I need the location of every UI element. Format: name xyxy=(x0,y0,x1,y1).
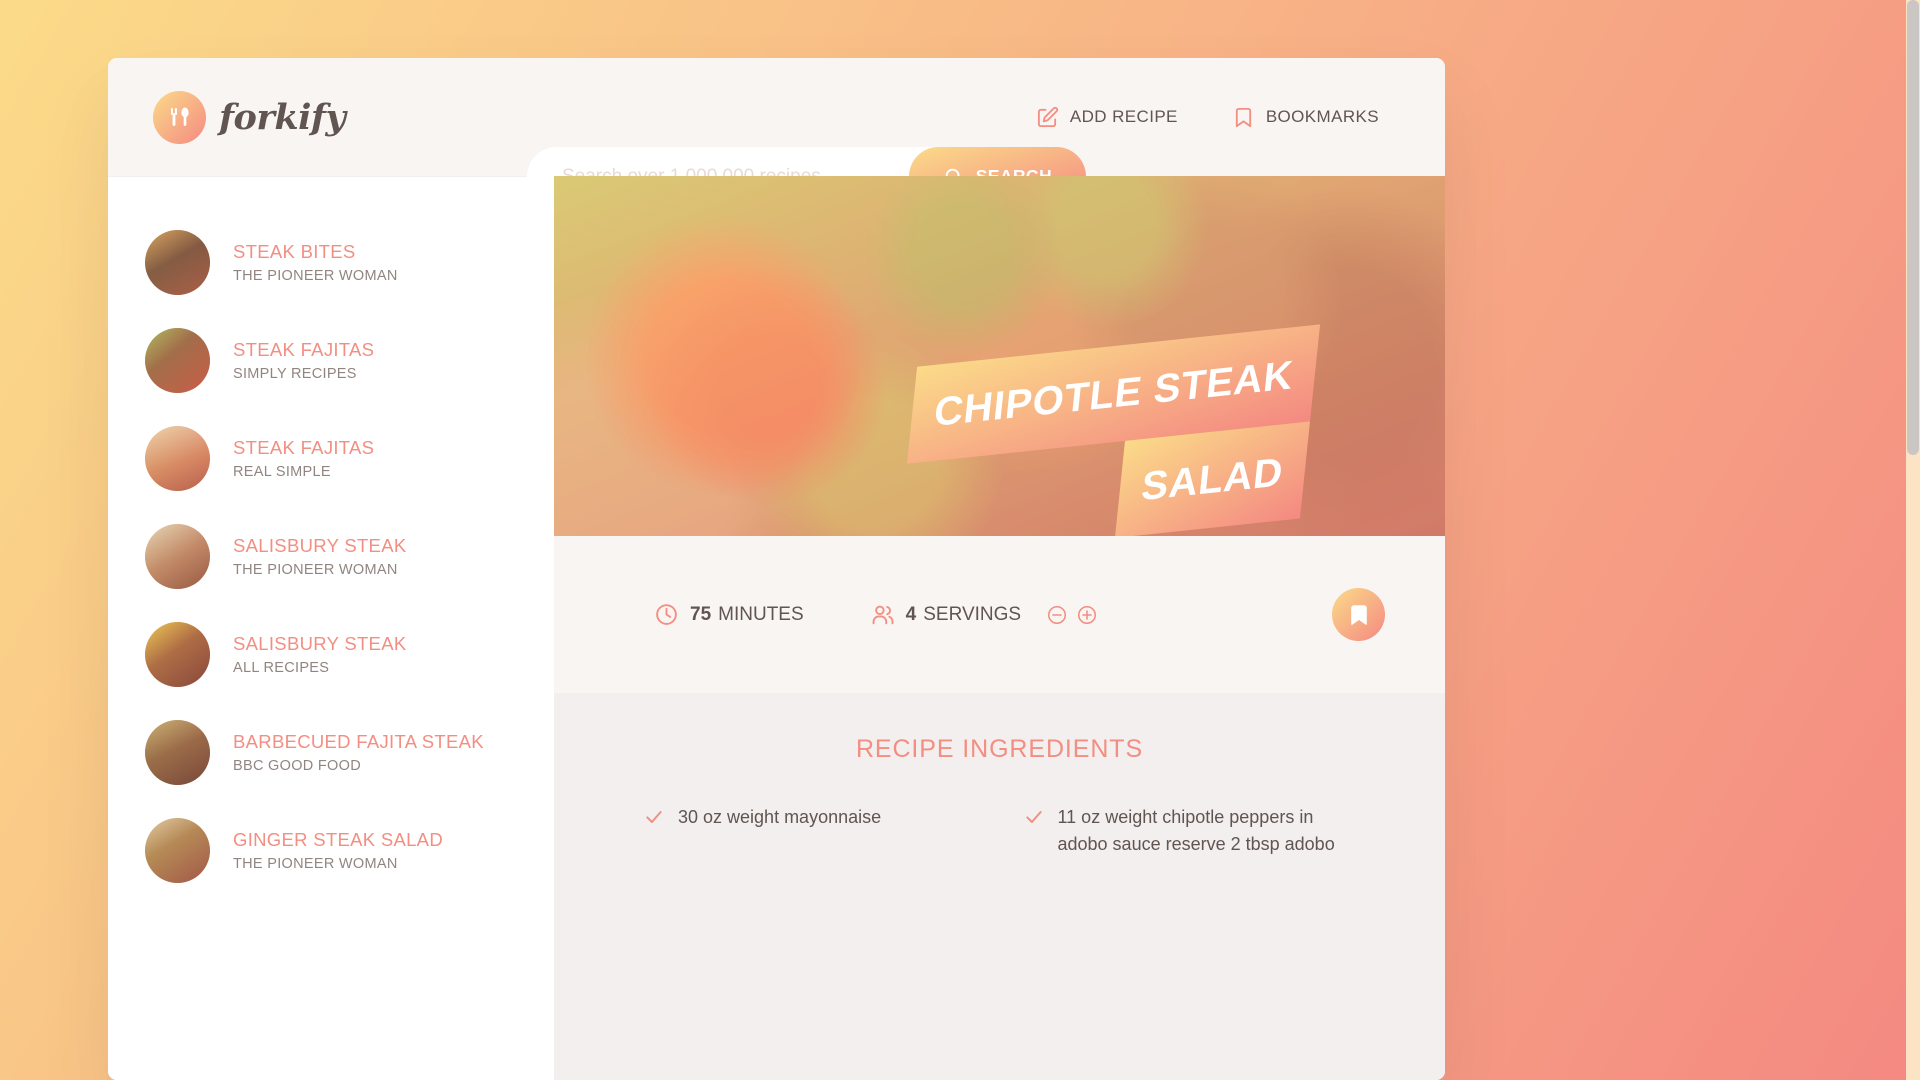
main-nav: ADD RECIPE BOOKMARKS xyxy=(1016,93,1399,142)
recipe-hero-image: CHIPOTLE STEAK SALAD xyxy=(554,176,1445,536)
recipe-thumbnail xyxy=(145,817,210,883)
result-title: STEAK BITES xyxy=(233,240,356,262)
recipe-thumbnail xyxy=(145,229,210,295)
app-window: forkify SEARCH xyxy=(108,58,1445,1080)
increase-servings-button[interactable] xyxy=(1074,602,1100,628)
recipe-thumbnail xyxy=(145,425,210,491)
result-title: BARBECUED FAJITA STEAK xyxy=(233,730,484,752)
search-result-item[interactable]: STEAK FAJITAS SIMPLY RECIPES xyxy=(108,311,554,409)
search-result-item[interactable]: SALISBURY STEAK THE PIONEER WOMAN xyxy=(108,507,554,605)
search-result-item[interactable]: GINGER STEAK SALAD THE PIONEER WOMAN xyxy=(108,801,554,899)
ingredient-item: 11 oz weight chipotle peppers in adobo s… xyxy=(1024,804,1356,858)
search-result-item[interactable]: SALISBURY STEAK ALL RECIPES xyxy=(108,605,554,703)
bookmarks-label: BOOKMARKS xyxy=(1265,107,1379,126)
recipe-thumbnail xyxy=(145,621,210,687)
recipe-thumbnail xyxy=(145,523,210,589)
app-content: STEAK BITES THE PIONEER WOMAN STEAK FAJI… xyxy=(108,176,1445,1080)
servings-unit: SERVINGS xyxy=(923,603,1022,625)
cooking-time: 75 MINUTES xyxy=(654,602,804,627)
result-title: STEAK FAJITAS xyxy=(233,436,375,458)
cooking-time-value: 75 xyxy=(690,603,712,625)
logo-text: forkify xyxy=(219,96,346,138)
result-title: SALISBURY STEAK xyxy=(233,632,407,654)
recipe-ingredients-section: RECIPE INGREDIENTS 30 oz weight mayonnai… xyxy=(554,693,1445,1080)
bookmark-recipe-button[interactable] xyxy=(1332,588,1385,641)
scrollbar-thumb[interactable] xyxy=(1907,0,1919,455)
servings-stepper xyxy=(1044,602,1100,628)
users-icon xyxy=(870,602,895,627)
result-publisher: SIMPLY RECIPES xyxy=(233,365,357,382)
bookmark-icon xyxy=(1232,106,1255,129)
recipe-title: CHIPOTLE STEAK SALAD xyxy=(679,324,1320,536)
logo[interactable]: forkify xyxy=(153,90,346,144)
decrease-servings-button[interactable] xyxy=(1044,602,1070,628)
result-title: GINGER STEAK SALAD xyxy=(233,828,443,850)
app-header: forkify SEARCH xyxy=(108,58,1445,206)
result-publisher: REAL SIMPLE xyxy=(233,463,331,480)
recipe-details: 75 MINUTES 4 SERVINGS xyxy=(554,536,1445,693)
search-results-sidebar: STEAK BITES THE PIONEER WOMAN STEAK FAJI… xyxy=(108,176,554,1080)
result-publisher: THE PIONEER WOMAN xyxy=(233,561,398,578)
cooking-time-unit: MINUTES xyxy=(718,603,804,625)
edit-square-icon xyxy=(1036,106,1059,129)
add-recipe-label: ADD RECIPE xyxy=(1069,107,1178,126)
result-publisher: THE PIONEER WOMAN xyxy=(233,855,398,872)
check-icon xyxy=(644,807,664,858)
fork-spoon-icon xyxy=(153,90,206,144)
result-publisher: ALL RECIPES xyxy=(233,659,330,676)
search-result-item[interactable]: STEAK BITES THE PIONEER WOMAN xyxy=(108,213,554,311)
bookmark-icon xyxy=(1347,603,1371,627)
bookmarks-button[interactable]: BOOKMARKS xyxy=(1212,93,1399,142)
check-icon xyxy=(1024,807,1044,858)
ingredient-list: 30 oz weight mayonnaise 11 oz weight chi… xyxy=(644,804,1355,858)
search-results-list: STEAK BITES THE PIONEER WOMAN STEAK FAJI… xyxy=(108,213,554,899)
page-scrollbar[interactable] xyxy=(1906,0,1920,1080)
servings: 4 SERVINGS xyxy=(870,602,1100,628)
recipe-panel: CHIPOTLE STEAK SALAD 75 MINUTES 4 SERVIN… xyxy=(554,176,1445,1080)
result-title: STEAK FAJITAS xyxy=(233,338,375,360)
add-recipe-button[interactable]: ADD RECIPE xyxy=(1016,93,1198,142)
search-result-item[interactable]: BARBECUED FAJITA STEAK BBC GOOD FOOD xyxy=(108,703,554,801)
recipe-thumbnail xyxy=(145,327,210,393)
ingredients-heading: RECIPE INGREDIENTS xyxy=(855,735,1144,763)
recipe-thumbnail xyxy=(145,719,210,785)
ingredient-item: 30 oz weight mayonnaise xyxy=(644,804,976,858)
clock-icon xyxy=(654,602,679,627)
servings-value: 4 xyxy=(905,603,917,625)
result-title: SALISBURY STEAK xyxy=(233,534,407,556)
search-result-item[interactable]: STEAK FAJITAS REAL SIMPLE xyxy=(108,409,554,507)
recipe-title-line-2: SALAD xyxy=(1114,421,1310,536)
ingredient-text: 11 oz weight chipotle peppers in adobo s… xyxy=(1057,807,1335,854)
result-publisher: THE PIONEER WOMAN xyxy=(233,267,398,284)
ingredient-text: 30 oz weight mayonnaise xyxy=(678,807,882,827)
result-publisher: BBC GOOD FOOD xyxy=(233,757,361,774)
